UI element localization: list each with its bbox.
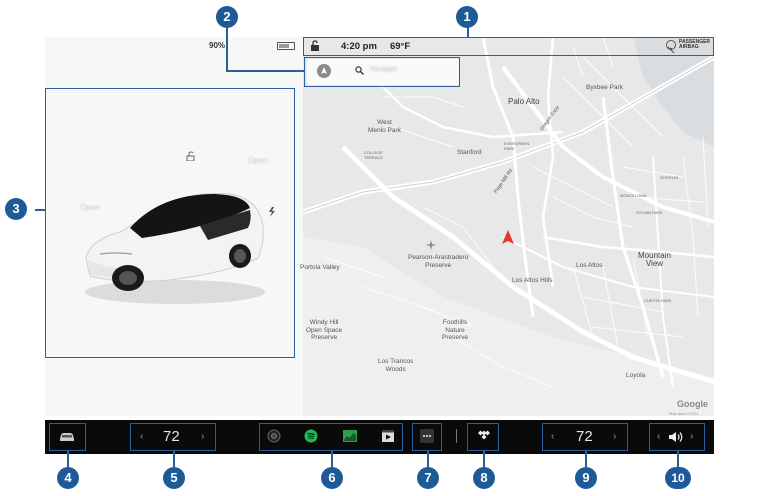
map-label-los-trancos-woods: Los Trancos Woods (378, 358, 414, 373)
callout-box-car-panel (45, 88, 295, 358)
map-label-los-altos: Los Altos (576, 262, 603, 269)
battery-icon (277, 42, 295, 50)
callout-line-7 (427, 451, 429, 467)
map-label-stanford: Stanford (457, 149, 482, 156)
map-label-evergreen-park: EVERGREEN PARK (504, 141, 530, 151)
callout-badge-3: 3 (5, 198, 27, 220)
callout-badge-8: 8 (473, 467, 495, 489)
callout-line-2b (226, 70, 305, 72)
current-location-arrow-icon (502, 230, 514, 244)
callout-badge-7: 7 (417, 467, 439, 489)
callout-badge-9: 9 (575, 467, 597, 489)
google-attribution[interactable]: Google (677, 399, 708, 409)
map-label-monta-loma: MONTA LOMA (620, 193, 647, 198)
callout-line-9 (585, 451, 587, 467)
airport-icon (426, 240, 436, 250)
map-label-college-terrace: COLLEGE TERRACE (364, 150, 384, 160)
callout-badge-5: 5 (163, 467, 185, 489)
callout-box-car-button (49, 423, 86, 451)
callout-box-search (304, 57, 460, 87)
map-label-byxbee-park: Byxbee Park (586, 84, 623, 91)
callout-box-status-bar (303, 37, 714, 56)
callout-box-apps (259, 423, 403, 451)
callout-badge-1: 1 (456, 6, 478, 28)
map-label-stierlin: STIERLIN (660, 175, 679, 180)
map-label-pearson-preserve: Pearson-Arastradero Preserve (408, 254, 469, 269)
map-label-portola-valley: Portola Valley (300, 264, 340, 271)
callout-box-more (412, 423, 442, 451)
map-label-sylvan-park: SYLVAN PARK (636, 210, 663, 215)
map-label-mountain-view: Mountain View (638, 251, 671, 268)
map-label-windy-hill: Windy Hill Open Space Preserve (306, 319, 343, 341)
battery-level: 90% (209, 41, 226, 50)
map-label-west-menlo-park: West Menlo Park (368, 119, 401, 134)
callout-badge-6: 6 (321, 467, 343, 489)
callout-line-5 (173, 451, 175, 467)
callout-badge-4: 4 (57, 467, 79, 489)
map-data-attribution[interactable]: Map data ©2021 (669, 411, 699, 416)
map-label-loyola: Loyola (626, 372, 646, 379)
map-label-foothills-preserve: Foothills Nature Preserve (442, 319, 469, 341)
map-label-cuesta-park: CUESTA PARK (644, 298, 672, 303)
callout-badge-10: 10 (665, 467, 691, 489)
callout-line-2a (226, 26, 228, 71)
map-view[interactable] (303, 37, 714, 416)
callout-line-3 (35, 209, 46, 211)
callout-line-10 (677, 451, 679, 467)
callout-line-4 (67, 451, 69, 467)
callout-badge-2: 2 (216, 6, 238, 28)
callout-box-volume (649, 423, 705, 451)
map-label-los-altos-hills: Los Altos Hills (512, 277, 553, 284)
callout-line-6 (331, 451, 333, 467)
callout-line-8 (483, 451, 485, 467)
map-roads (303, 37, 714, 416)
dock-divider (456, 429, 457, 443)
callout-line-1 (467, 27, 469, 38)
callout-box-passenger-temp (542, 423, 628, 451)
callout-box-driver-temp (130, 423, 216, 451)
callout-box-tidal (467, 423, 499, 451)
map-label-palo-alto: Palo Alto (508, 97, 540, 106)
